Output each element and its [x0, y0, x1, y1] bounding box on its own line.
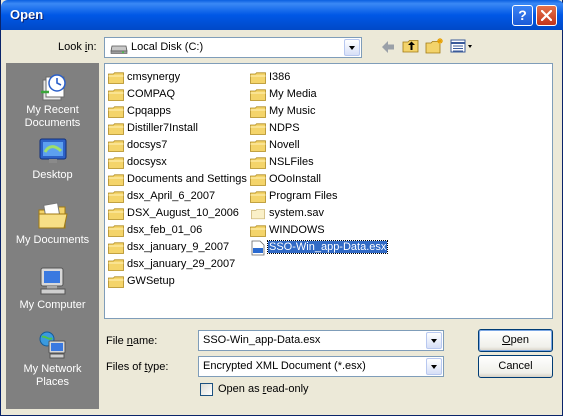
folder-icon — [251, 209, 265, 220]
folder-icon — [108, 140, 124, 152]
esx-file-icon — [251, 240, 265, 256]
folder-icon — [108, 72, 124, 84]
filename-dropdown-button[interactable] — [426, 332, 442, 349]
my-computer-icon — [40, 267, 65, 295]
folder-icon — [250, 123, 266, 135]
filename-value: SSO-Win_app-Data.esx — [203, 334, 321, 346]
new-folder-icon[interactable] — [425, 37, 444, 54]
readonly-checkbox[interactable] — [200, 383, 213, 396]
file-name: GWSetup — [127, 275, 175, 287]
folder-icon — [108, 276, 124, 288]
file-name: dsx_january_29_2007 — [127, 258, 236, 270]
file-name: dsx_April_6_2007 — [127, 190, 216, 202]
recent-documents-icon — [40, 74, 66, 101]
place-my-documents[interactable]: My Documents — [6, 200, 99, 247]
place-my-computer[interactable]: My Computer — [6, 265, 99, 312]
folder-icon — [250, 106, 266, 118]
folder-icon — [108, 191, 124, 203]
lookin-label: Look in: — [58, 41, 97, 53]
help-icon: ? — [518, 7, 527, 23]
folder-icon — [108, 123, 124, 135]
open-button[interactable]: Open — [478, 329, 553, 352]
folder-icon — [108, 157, 124, 169]
back-arrow-icon[interactable] — [380, 40, 396, 54]
folder-icon — [108, 208, 124, 220]
filetype-value: Encrypted XML Document (*.esx) — [203, 360, 366, 372]
file-name: OOoInstall — [269, 173, 321, 185]
close-icon — [541, 10, 552, 21]
folder-icon — [108, 89, 124, 101]
place-my-recent-documents[interactable]: My Recent Documents — [6, 70, 99, 130]
folder-icon — [250, 72, 266, 84]
views-menu-icon[interactable] — [450, 39, 474, 53]
folder-icon — [250, 225, 266, 237]
folder-icon — [108, 242, 124, 254]
filetype-select[interactable]: Encrypted XML Document (*.esx) — [198, 356, 444, 377]
file-name: My Media — [269, 88, 317, 100]
open-dialog: Open ? Look in: Local Disk (C:) My Recen… — [0, 0, 563, 416]
folder-icon — [250, 157, 266, 169]
place-label: My Recent Documents — [24, 104, 81, 129]
folder-icon — [108, 106, 124, 118]
file-name: system.sav — [269, 207, 325, 219]
network-places-icon — [39, 331, 65, 359]
lookin-combo[interactable]: Local Disk (C:) — [104, 37, 362, 58]
folder-icon — [250, 140, 266, 152]
place-label: My Computer — [19, 299, 86, 311]
file-name: docsysx — [127, 156, 167, 168]
file-name: dsx_feb_01_06 — [127, 224, 203, 236]
place-label: My Network Places — [23, 363, 82, 388]
help-button[interactable]: ? — [512, 5, 533, 26]
lookin-value: Local Disk (C:) — [131, 41, 204, 53]
file-name: My Music — [269, 105, 316, 117]
title-bar[interactable]: Open ? — [1, 0, 563, 30]
file-list[interactable]: cmsynergy COMPAQ Cpqapps Distiller7Install d… — [104, 63, 553, 319]
filename-label: File name: — [106, 335, 158, 347]
desktop-icon — [39, 138, 66, 163]
folder-icon — [108, 225, 124, 237]
file-name: cmsynergy — [127, 71, 181, 83]
file-name: WINDOWS — [269, 224, 325, 236]
cancel-button[interactable]: Cancel — [478, 355, 553, 378]
file-name: COMPAQ — [127, 88, 176, 100]
file-name: Distiller7Install — [127, 122, 198, 134]
place-desktop[interactable]: Desktop — [6, 135, 99, 182]
file-name: docsys7 — [127, 139, 168, 151]
up-folder-icon[interactable] — [402, 38, 420, 54]
my-documents-icon — [38, 202, 68, 229]
folder-icon — [250, 191, 266, 203]
folder-icon — [108, 174, 124, 186]
place-my-network-places[interactable]: My Network Places — [6, 329, 99, 389]
file-name: Documents and Settings — [127, 173, 247, 185]
folder-icon — [108, 259, 124, 271]
readonly-label[interactable]: Open as read-only — [218, 383, 309, 395]
file-name: NDPS — [269, 122, 300, 134]
file-name: Program Files — [269, 190, 338, 202]
file-name: I386 — [269, 71, 291, 83]
folder-icon — [250, 89, 266, 101]
file-name: dsx_january_9_2007 — [127, 241, 230, 253]
filename-input[interactable]: SSO-Win_app-Data.esx — [198, 330, 444, 351]
file-name: NSLFiles — [269, 156, 314, 168]
filetype-dropdown-button[interactable] — [426, 358, 442, 375]
place-label: My Documents — [15, 234, 90, 246]
filetype-label: Files of type: — [106, 361, 169, 373]
file-name: Cpqapps — [127, 105, 172, 117]
places-bar: My Recent Documents Desktop My Documents — [6, 63, 99, 409]
file-name: SSO-Win_app-Data.esx — [266, 240, 389, 254]
place-label: Desktop — [32, 169, 73, 181]
file-name: Novell — [269, 139, 300, 151]
folder-icon — [250, 174, 266, 186]
lookin-dropdown-button[interactable] — [344, 39, 360, 56]
close-button[interactable] — [536, 5, 557, 26]
drive-icon — [110, 45, 128, 54]
window-title: Open — [10, 7, 44, 22]
file-name: DSX_August_10_2006 — [127, 207, 239, 219]
